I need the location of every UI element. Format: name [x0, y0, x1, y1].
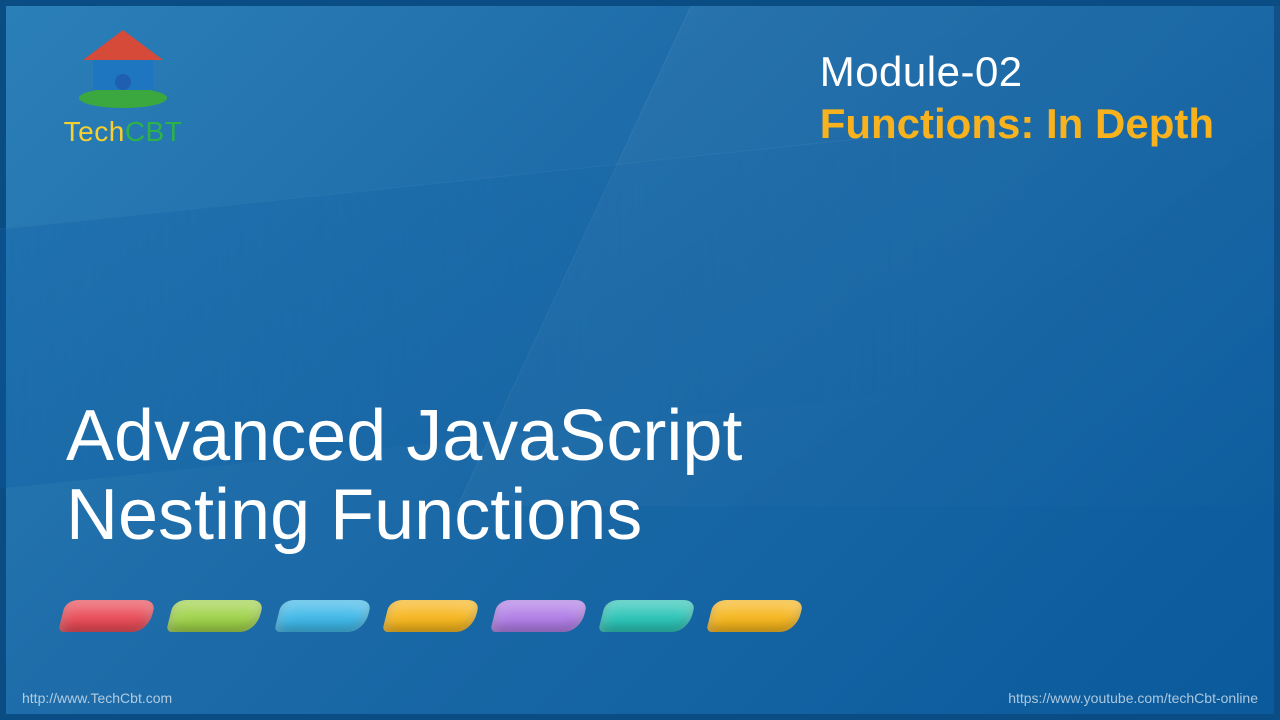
accent-pill — [598, 600, 696, 632]
website-link[interactable]: http://www.TechCbt.com — [22, 690, 172, 706]
logo-word-2: CBT — [125, 116, 183, 147]
accent-pill — [706, 600, 804, 632]
slide: TechCBT Module-02 Functions: In Depth Ad… — [0, 0, 1280, 720]
module-label: Module-02 — [820, 48, 1214, 96]
logo-word-1: Tech — [64, 116, 125, 147]
course-title: Advanced JavaScript — [66, 399, 742, 475]
accent-pill-row — [62, 600, 800, 632]
footer-left-url[interactable]: http://www.TechCbt.com — [22, 690, 172, 706]
module-title: Functions: In Depth — [820, 100, 1214, 148]
youtube-link[interactable]: https://www.youtube.com/techCbt-online — [1008, 690, 1258, 706]
module-header: Module-02 Functions: In Depth — [820, 48, 1214, 148]
accent-pill — [382, 600, 480, 632]
accent-pill — [58, 600, 156, 632]
footer-right-url[interactable]: https://www.youtube.com/techCbt-online — [1008, 690, 1258, 706]
accent-pill — [166, 600, 264, 632]
logo-text: TechCBT — [48, 116, 198, 148]
main-titles: Advanced JavaScript Nesting Functions — [66, 399, 742, 554]
logo-icon — [63, 24, 183, 114]
brand-logo: TechCBT — [48, 24, 198, 148]
topic-title: Nesting Functions — [66, 478, 742, 554]
accent-pill — [274, 600, 372, 632]
accent-pill — [490, 600, 588, 632]
